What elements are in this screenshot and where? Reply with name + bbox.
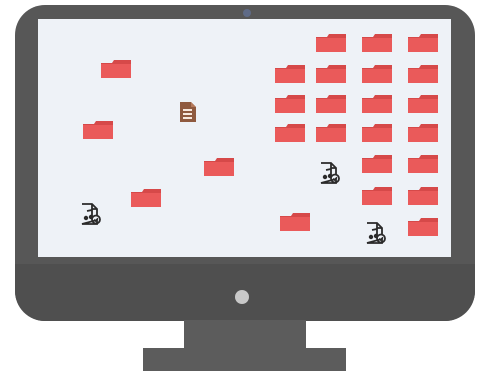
- folder-icon[interactable]: [407, 122, 439, 143]
- folder-icon[interactable]: [407, 32, 439, 53]
- folder-icon[interactable]: [100, 58, 132, 79]
- monitor-stand-base: [143, 348, 346, 371]
- monitor-stand-neck: [184, 320, 306, 350]
- folder-icon[interactable]: [407, 153, 439, 174]
- folder-icon[interactable]: [361, 93, 393, 114]
- folder-icon[interactable]: [361, 185, 393, 206]
- folder-icon[interactable]: [407, 63, 439, 84]
- folder-icon[interactable]: [361, 153, 393, 174]
- folder-icon[interactable]: [130, 187, 162, 208]
- folder-icon[interactable]: [279, 211, 311, 232]
- folder-icon[interactable]: [361, 32, 393, 53]
- folder-icon[interactable]: [274, 93, 306, 114]
- folder-icon[interactable]: [407, 93, 439, 114]
- music-file-icon[interactable]: [319, 162, 340, 184]
- folder-icon[interactable]: [82, 119, 114, 140]
- folder-icon[interactable]: [274, 63, 306, 84]
- folder-icon[interactable]: [361, 63, 393, 84]
- folder-icon[interactable]: [315, 32, 347, 53]
- folder-icon[interactable]: [361, 122, 393, 143]
- folder-icon[interactable]: [203, 156, 235, 177]
- folder-icon[interactable]: [315, 122, 347, 143]
- folder-icon[interactable]: [407, 216, 439, 237]
- desktop-illustration: [0, 0, 478, 371]
- music-file-icon[interactable]: [80, 203, 101, 225]
- power-button[interactable]: [235, 290, 249, 304]
- music-file-icon[interactable]: [365, 222, 386, 244]
- folder-icon[interactable]: [274, 122, 306, 143]
- desktop-screen: [38, 19, 451, 257]
- document-icon[interactable]: [177, 101, 198, 123]
- folder-icon[interactable]: [315, 63, 347, 84]
- folder-icon[interactable]: [407, 185, 439, 206]
- webcam-icon: [243, 9, 251, 17]
- folder-icon[interactable]: [315, 93, 347, 114]
